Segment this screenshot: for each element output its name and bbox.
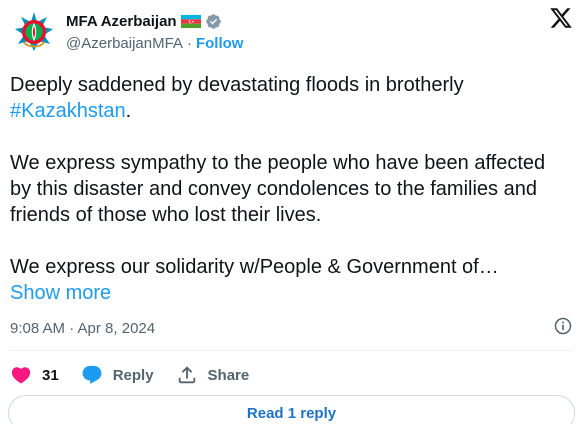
read-replies-button[interactable]: Read 1 reply [8, 395, 575, 424]
tweet-line1-end: . [125, 100, 132, 122]
like-count: 31 [42, 366, 59, 384]
share-button[interactable]: Share [176, 364, 250, 386]
tweet-timestamp[interactable]: 9:08 AM · Apr 8, 2024 [10, 320, 155, 337]
author-display-name[interactable]: MFA Azerbaijan [66, 13, 177, 30]
azerbaijan-flag-icon [180, 14, 201, 28]
tweet-card: MFA Azerbaijan @AzerbaijanMFA · Follow D… [0, 0, 583, 424]
share-label: Share [207, 366, 250, 384]
author-name-line: MFA Azerbaijan [66, 11, 222, 31]
tweet-paragraph-3-text: We express our solidarity w/People & Gov… [10, 256, 499, 278]
show-more-link[interactable]: Show more [10, 282, 111, 304]
author-handle[interactable]: @AzerbaijanMFA [66, 35, 183, 52]
reply-label: Reply [112, 366, 154, 384]
divider [10, 350, 573, 351]
speech-bubble-icon [82, 365, 102, 384]
read-replies-label: Read 1 reply [246, 404, 337, 422]
tweet-paragraph-2: We express sympathy to the people who ha… [10, 152, 546, 226]
action-bar: 31 Reply Share [10, 362, 271, 388]
verified-badge-icon[interactable] [205, 13, 222, 30]
follow-button[interactable]: Follow [196, 35, 244, 52]
tweet-paragraph-3: We express our solidarity w/People & Gov… [10, 254, 510, 306]
azerbaijan-emblem-icon [10, 8, 58, 56]
x-logo-icon[interactable] [549, 6, 573, 30]
heart-icon [11, 367, 31, 384]
tweet-header: MFA Azerbaijan @AzerbaijanMFA · Follow [10, 6, 573, 58]
timestamp-row: 9:08 AM · Apr 8, 2024 [10, 317, 573, 339]
tweet-line1-text: Deeply saddened by devastating floods in… [10, 74, 464, 96]
tweet-text: Deeply saddened by devastating floods in… [10, 72, 573, 306]
like-button[interactable]: 31 [10, 364, 59, 386]
avatar[interactable] [10, 8, 58, 56]
hashtag-link[interactable]: #Kazakhstan [10, 100, 126, 122]
separator-dot: · [186, 35, 192, 52]
tweet-paragraph-1: Deeply saddened by devastating floods in… [10, 72, 573, 124]
info-icon[interactable] [553, 316, 573, 341]
share-upload-icon [178, 366, 195, 384]
reply-button[interactable]: Reply [81, 364, 154, 386]
author-handle-line: @AzerbaijanMFA · Follow [66, 35, 243, 52]
